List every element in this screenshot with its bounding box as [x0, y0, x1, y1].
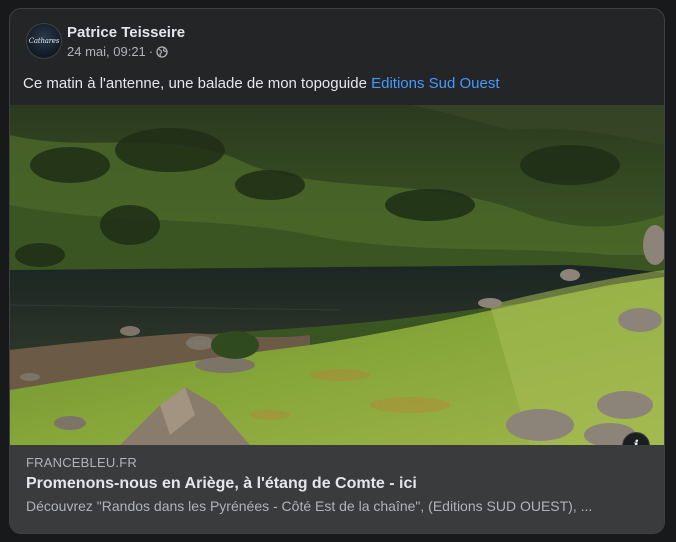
link-title[interactable]: Promenons-nous en Ariège, à l'étang de C… — [26, 475, 417, 493]
link-description: Découvrez "Randos dans les Pyrénées - Cô… — [26, 498, 593, 514]
post-card: Cathares Patrice Teisseire 24 mai, 09:21… — [9, 8, 665, 534]
post-photo[interactable] — [10, 105, 664, 445]
avatar-label: Cathares — [28, 37, 60, 45]
link-preview[interactable]: FRANCEBLEU.FR Promenons-nous en Ariège, … — [10, 445, 664, 533]
avatar[interactable]: Cathares — [26, 23, 62, 59]
author-name[interactable]: Patrice Teisseire — [67, 24, 185, 41]
globe-icon[interactable] — [156, 45, 168, 58]
link-domain: FRANCEBLEU.FR — [26, 455, 137, 470]
timestamp[interactable]: 24 mai, 09:21 — [67, 44, 146, 59]
meta-separator: · — [148, 44, 154, 59]
post-body: Ce matin à l'antenne, une balade de mon … — [23, 75, 372, 92]
lake-landscape-image — [10, 105, 664, 445]
mention-link[interactable]: Editions Sud Ouest — [371, 75, 499, 92]
post-meta: 24 mai, 09:21 · — [67, 44, 168, 59]
post-text: Ce matin à l'antenne, une balade de mon … — [23, 75, 500, 92]
